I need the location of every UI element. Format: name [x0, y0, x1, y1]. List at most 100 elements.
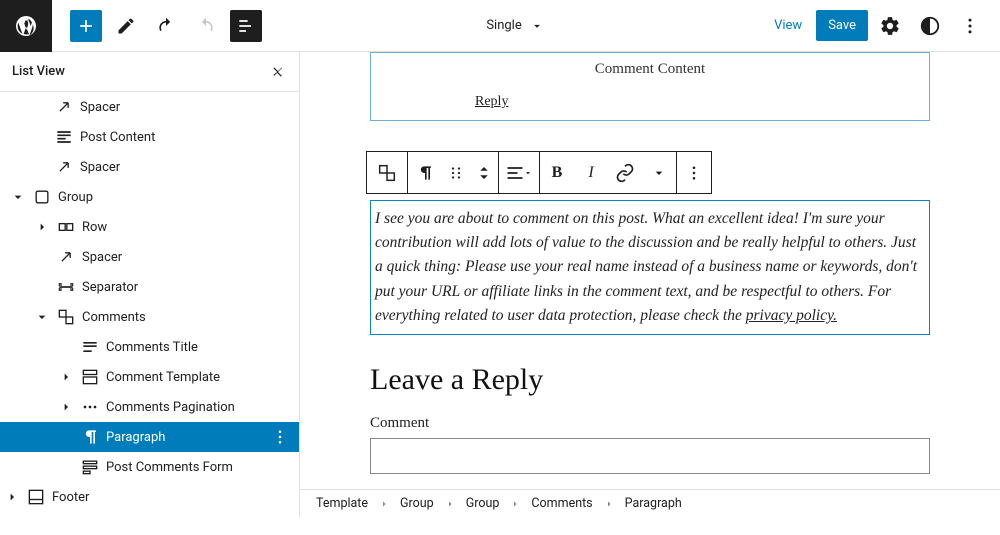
tree-item-label: Post Content [80, 130, 155, 145]
chevron-right-icon [509, 498, 521, 510]
content-icon [52, 127, 76, 147]
paragraph-block[interactable]: I see you are about to comment on this p… [370, 200, 930, 335]
bold-button[interactable]: B [540, 152, 574, 193]
tree-item-separator[interactable]: Separator [0, 272, 299, 302]
view-button[interactable]: View [764, 12, 812, 39]
spacer-icon [54, 247, 78, 267]
tree-item-spacer[interactable]: Spacer [0, 152, 299, 182]
tree-item-label: Comments Title [106, 340, 198, 355]
breadcrumb-item[interactable]: Group [466, 496, 500, 511]
chevron-down-icon [530, 19, 544, 33]
tree-item-group[interactable]: Group [0, 182, 299, 212]
separator-icon [54, 277, 78, 297]
breadcrumb-item[interactable]: Paragraph [625, 496, 682, 511]
tree-item-label: Paragraph [106, 430, 165, 445]
chevron-right-icon [603, 498, 615, 510]
list-view-title: List View [12, 64, 65, 79]
caret-icon[interactable] [54, 369, 78, 385]
add-block-button[interactable] [70, 10, 102, 42]
tree-item-comment-template[interactable]: Comment Template [0, 362, 299, 392]
tree-item-spacer[interactable]: Spacer [0, 92, 299, 122]
tree-item-label: Comment Template [106, 370, 220, 385]
group-icon [30, 187, 54, 207]
tree-item-paragraph[interactable]: Paragraph [0, 422, 299, 452]
comment-reply-link[interactable]: Reply [475, 94, 929, 110]
tree-item-options[interactable] [271, 428, 289, 446]
more-rich-text-button[interactable] [642, 152, 676, 193]
document-title[interactable]: Single [266, 18, 764, 33]
cform-icon [78, 457, 102, 477]
block-options-button[interactable] [677, 152, 711, 193]
list-view-toggle[interactable] [230, 10, 262, 42]
chevron-right-icon [444, 498, 456, 510]
undo-button[interactable] [150, 10, 182, 42]
breadcrumb-item[interactable]: Group [400, 496, 434, 511]
comment-content-label: Comment Content [371, 61, 929, 78]
tree-item-label: Comments [82, 310, 146, 325]
row-icon [54, 217, 78, 237]
tree-item-label: Post Comments Form [106, 460, 233, 475]
tree-item-label: Row [82, 220, 107, 235]
align-button[interactable] [499, 152, 539, 193]
close-list-view-button[interactable] [269, 63, 287, 81]
tree-item-comments-pagination[interactable]: Comments Pagination [0, 392, 299, 422]
tree-item-label: Comments Pagination [106, 400, 235, 415]
list-view-panel: List View Spacer Post Content Spacer Group R… [0, 52, 300, 517]
editor-canvas: Comment Content Reply [300, 52, 1000, 517]
move-up-down-button[interactable] [470, 152, 498, 193]
redo-button [190, 10, 222, 42]
tree-item-footer[interactable]: Footer [0, 482, 299, 512]
comments-icon [54, 307, 78, 327]
footer-icon [24, 487, 48, 507]
list-view-tree[interactable]: Spacer Post Content Spacer Group Row Spacer Se… [0, 92, 299, 517]
comment-textarea[interactable] [370, 438, 930, 474]
wp-logo[interactable] [0, 0, 52, 52]
chevron-right-icon [378, 498, 390, 510]
styles-button[interactable] [912, 8, 948, 44]
top-right-controls: View Save [764, 8, 1000, 44]
ctitle-icon [78, 337, 102, 357]
save-button[interactable]: Save [816, 10, 868, 41]
editor-scroll[interactable]: Comment Content Reply [300, 52, 1000, 489]
top-toolbar: Single View Save [0, 0, 1000, 52]
tree-item-label: Separator [82, 280, 138, 295]
italic-button[interactable]: I [574, 152, 608, 193]
caret-icon[interactable] [6, 189, 30, 205]
cpag-icon [78, 397, 102, 417]
tree-item-label: Footer [52, 490, 89, 505]
tree-item-post-comments-form[interactable]: Post Comments Form [0, 452, 299, 482]
caret-icon[interactable] [0, 489, 24, 505]
document-title-text: Single [486, 18, 521, 33]
drag-handle[interactable] [442, 152, 470, 193]
top-left-controls [52, 10, 266, 42]
tree-item-label: Spacer [80, 100, 120, 115]
comment-template-preview[interactable]: Comment Content Reply [370, 52, 930, 121]
tree-item-label: Spacer [80, 160, 120, 175]
leave-reply-heading: Leave a Reply [370, 363, 930, 397]
edit-mode-button[interactable] [110, 10, 142, 42]
paragraph-icon [78, 427, 102, 447]
tree-item-spacer[interactable]: Spacer [0, 242, 299, 272]
list-view-header: List View [0, 52, 299, 92]
link-button[interactable] [608, 152, 642, 193]
caret-icon[interactable] [30, 309, 54, 325]
ctemplate-icon [78, 367, 102, 387]
tree-item-label: Group [58, 190, 93, 205]
parent-block-button[interactable] [367, 152, 407, 193]
caret-icon[interactable] [30, 219, 54, 235]
tree-item-post-content[interactable]: Post Content [0, 122, 299, 152]
tree-item-label: Spacer [82, 250, 122, 265]
tree-item-row[interactable]: Row [0, 212, 299, 242]
block-type-paragraph-button[interactable] [408, 152, 442, 193]
spacer-icon [52, 97, 76, 117]
block-breadcrumb: Template Group Group Comments Paragraph [300, 489, 1000, 517]
caret-icon[interactable] [54, 399, 78, 415]
breadcrumb-item[interactable]: Template [316, 496, 368, 511]
privacy-policy-link[interactable]: privacy policy. [746, 307, 837, 324]
settings-button[interactable] [872, 8, 908, 44]
tree-item-comments-title[interactable]: Comments Title [0, 332, 299, 362]
more-options-button[interactable] [952, 8, 988, 44]
main-wrap: List View Spacer Post Content Spacer Group R… [0, 52, 1000, 517]
breadcrumb-item[interactable]: Comments [531, 496, 592, 511]
tree-item-comments[interactable]: Comments [0, 302, 299, 332]
